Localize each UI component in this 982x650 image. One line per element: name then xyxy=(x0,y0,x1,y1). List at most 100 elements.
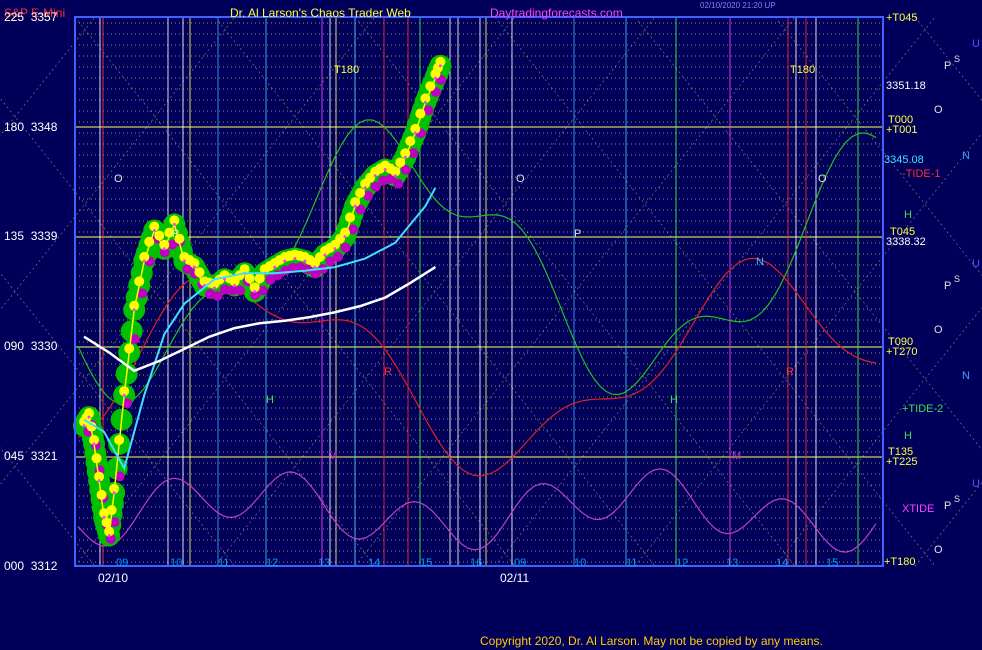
data-point xyxy=(107,534,111,537)
data-point xyxy=(323,253,327,257)
data-point xyxy=(87,415,91,419)
data-point xyxy=(343,235,347,239)
planet-p-1: P xyxy=(944,60,952,72)
label-p-b: P xyxy=(574,228,582,240)
label-o-a: O xyxy=(114,173,123,185)
data-point xyxy=(152,229,156,232)
label-o-c: O xyxy=(818,173,827,185)
data-point xyxy=(363,186,367,190)
label-tide-1: -TIDE-1 xyxy=(902,168,941,180)
label-o-b: O xyxy=(516,173,525,185)
timestamp: 02/10/2020 21:20 UP xyxy=(700,1,776,10)
data-point xyxy=(92,442,96,446)
label-h-2: H xyxy=(904,430,912,442)
data-point xyxy=(273,265,277,269)
hour-label: 14 xyxy=(776,557,789,569)
data-point xyxy=(142,259,146,263)
label-r-a: R xyxy=(384,366,392,378)
data-point xyxy=(423,100,427,104)
data-point xyxy=(403,155,407,159)
data-point xyxy=(303,259,307,263)
data-point xyxy=(233,283,237,287)
axis-row-000: 000 3312 xyxy=(4,559,58,573)
hour-label: 10 xyxy=(574,557,587,569)
label-m-a: M xyxy=(328,450,338,462)
label-t180-a: T180 xyxy=(334,64,360,76)
data-point xyxy=(213,286,217,290)
label-tide-2: +TIDE-2 xyxy=(902,403,944,415)
label-h-1: H xyxy=(904,209,912,221)
label-t270: +T270 xyxy=(886,346,918,358)
data-point xyxy=(82,424,86,428)
planet-u-2: U xyxy=(972,258,980,270)
planet-u-3: U xyxy=(972,478,980,490)
planet-n-1: N xyxy=(962,150,970,162)
planet-p-2: P xyxy=(944,280,952,292)
copyright: Copyright 2020, Dr. Al Larson. May not b… xyxy=(480,634,823,648)
label-t180-b: T180 xyxy=(790,64,816,76)
data-point xyxy=(333,247,337,251)
data-point xyxy=(293,257,297,261)
hour-label: 13 xyxy=(318,557,331,569)
label-h-a: H xyxy=(266,394,274,406)
hour-label: 12 xyxy=(676,557,689,569)
site-url[interactable]: Daytradingforecasts.com xyxy=(490,6,623,20)
data-point xyxy=(97,479,101,483)
label-n-a: N xyxy=(756,256,764,268)
chart-canvas xyxy=(0,16,982,567)
label-r-b: R xyxy=(786,366,794,378)
label-3351: 3351.18 xyxy=(886,80,926,92)
axis-row-135: 135 3339 xyxy=(4,229,58,243)
data-point xyxy=(162,247,166,251)
planet-n-2: N xyxy=(962,370,970,382)
label-h-b: H xyxy=(670,394,678,406)
data-point xyxy=(192,265,196,269)
planet-s-3: S xyxy=(954,494,961,504)
label-t045-top: +T045 xyxy=(886,12,918,24)
axis-row-045: 045 3321 xyxy=(4,449,58,463)
hour-label: 12 xyxy=(266,557,279,569)
data-point xyxy=(102,515,106,519)
hour-label: 13 xyxy=(726,557,739,569)
hour-label: 09 xyxy=(514,557,527,569)
data-point xyxy=(383,168,387,171)
label-p-a: P xyxy=(172,228,180,240)
data-point xyxy=(413,131,417,135)
label-m-b: M xyxy=(732,450,742,462)
data-point xyxy=(132,308,136,312)
data-point xyxy=(172,222,176,226)
data-point xyxy=(353,204,357,208)
label-t001: +T001 xyxy=(886,124,918,136)
data-point xyxy=(253,290,257,293)
planet-o-3: O xyxy=(934,544,943,556)
label-3338: 3338.32 xyxy=(886,236,926,248)
planet-o-1: O xyxy=(934,104,943,116)
low-marker xyxy=(333,251,343,262)
data-point xyxy=(182,259,186,263)
planet-u-1: U xyxy=(972,38,980,50)
axis-row-180: 180 3348 xyxy=(4,120,58,134)
hour-label: 09 xyxy=(116,557,129,569)
data-point xyxy=(112,491,116,495)
planet-o-2: O xyxy=(934,324,943,336)
axis-row-225: 225 3357 xyxy=(4,10,58,24)
axis-row-090: 090 3330 xyxy=(4,339,58,353)
hour-label: 10 xyxy=(170,557,183,569)
low-marker xyxy=(340,242,351,253)
data-point xyxy=(313,265,317,269)
low-marker xyxy=(235,285,246,296)
label-xtide: XTIDE xyxy=(902,503,935,515)
data-point xyxy=(438,64,442,68)
label-3345: 3345.08 xyxy=(884,154,924,166)
hour-label: 11 xyxy=(218,557,230,569)
date-label-1: 02/10 xyxy=(98,571,129,585)
data-point xyxy=(373,174,377,178)
date-label-2: 02/11 xyxy=(500,571,530,585)
planet-s-2: S xyxy=(954,274,961,284)
low-marker xyxy=(393,178,404,189)
hour-label: 15 xyxy=(420,557,433,569)
planet-s-1: S xyxy=(954,54,961,64)
data-point xyxy=(433,76,437,80)
hour-label: 11 xyxy=(626,557,638,569)
data-point xyxy=(283,259,287,263)
